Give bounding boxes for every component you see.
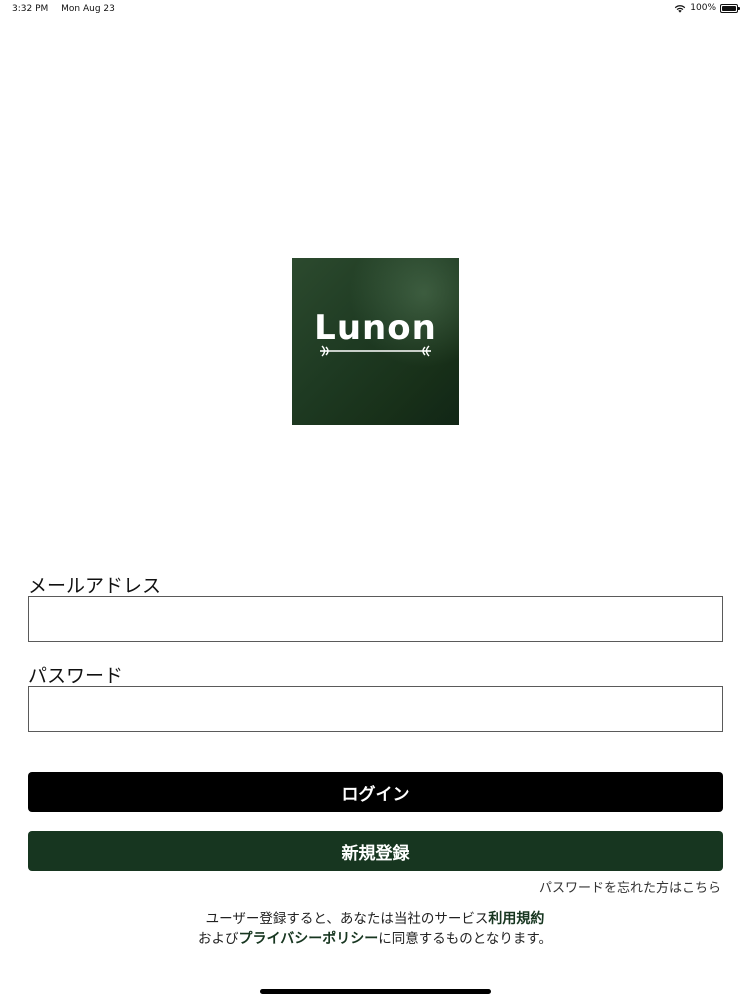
logo-wordmark: Lunon	[314, 308, 437, 348]
status-left: 3:32 PM Mon Aug 23	[12, 4, 125, 14]
privacy-policy-link[interactable]: プライバシーポリシー	[239, 931, 379, 947]
status-date: Mon Aug 23	[61, 4, 115, 14]
forgot-password-link[interactable]: パスワードを忘れた方はこちら	[539, 877, 721, 896]
battery-icon	[720, 3, 740, 13]
email-label: メールアドレス	[28, 575, 162, 597]
status-right: 100%	[674, 3, 740, 13]
terms-text-1: ユーザー登録すると、あなたは当社のサービス	[205, 911, 489, 927]
wifi-icon	[675, 4, 686, 13]
battery-percentage: 100%	[690, 3, 716, 13]
status-time: 3:32 PM	[12, 4, 49, 14]
email-field[interactable]	[28, 596, 723, 642]
password-label: パスワード	[28, 665, 124, 687]
terms-of-service-link[interactable]: 利用規約	[488, 911, 544, 927]
terms-text-2: および	[198, 931, 239, 947]
logo-ornament-icon	[320, 345, 431, 357]
terms-text-3: に同意するものとなります。	[378, 931, 552, 947]
terms-line-2: およびプライバシーポリシーに同意するものとなります。	[0, 929, 750, 949]
login-screen: 3:32 PM Mon Aug 23 100% Lunon メールアドレス パス…	[0, 0, 750, 1000]
register-button[interactable]: 新規登録	[28, 831, 723, 871]
terms-notice: ユーザー登録すると、あなたは当社のサービス利用規約 およびプライバシーポリシーに…	[0, 909, 750, 949]
terms-line-1: ユーザー登録すると、あなたは当社のサービス利用規約	[0, 909, 750, 929]
app-logo: Lunon	[292, 258, 459, 425]
status-bar: 3:32 PM Mon Aug 23 100%	[0, 0, 750, 20]
home-indicator[interactable]	[260, 989, 491, 994]
password-field[interactable]	[28, 686, 723, 732]
login-button[interactable]: ログイン	[28, 772, 723, 812]
